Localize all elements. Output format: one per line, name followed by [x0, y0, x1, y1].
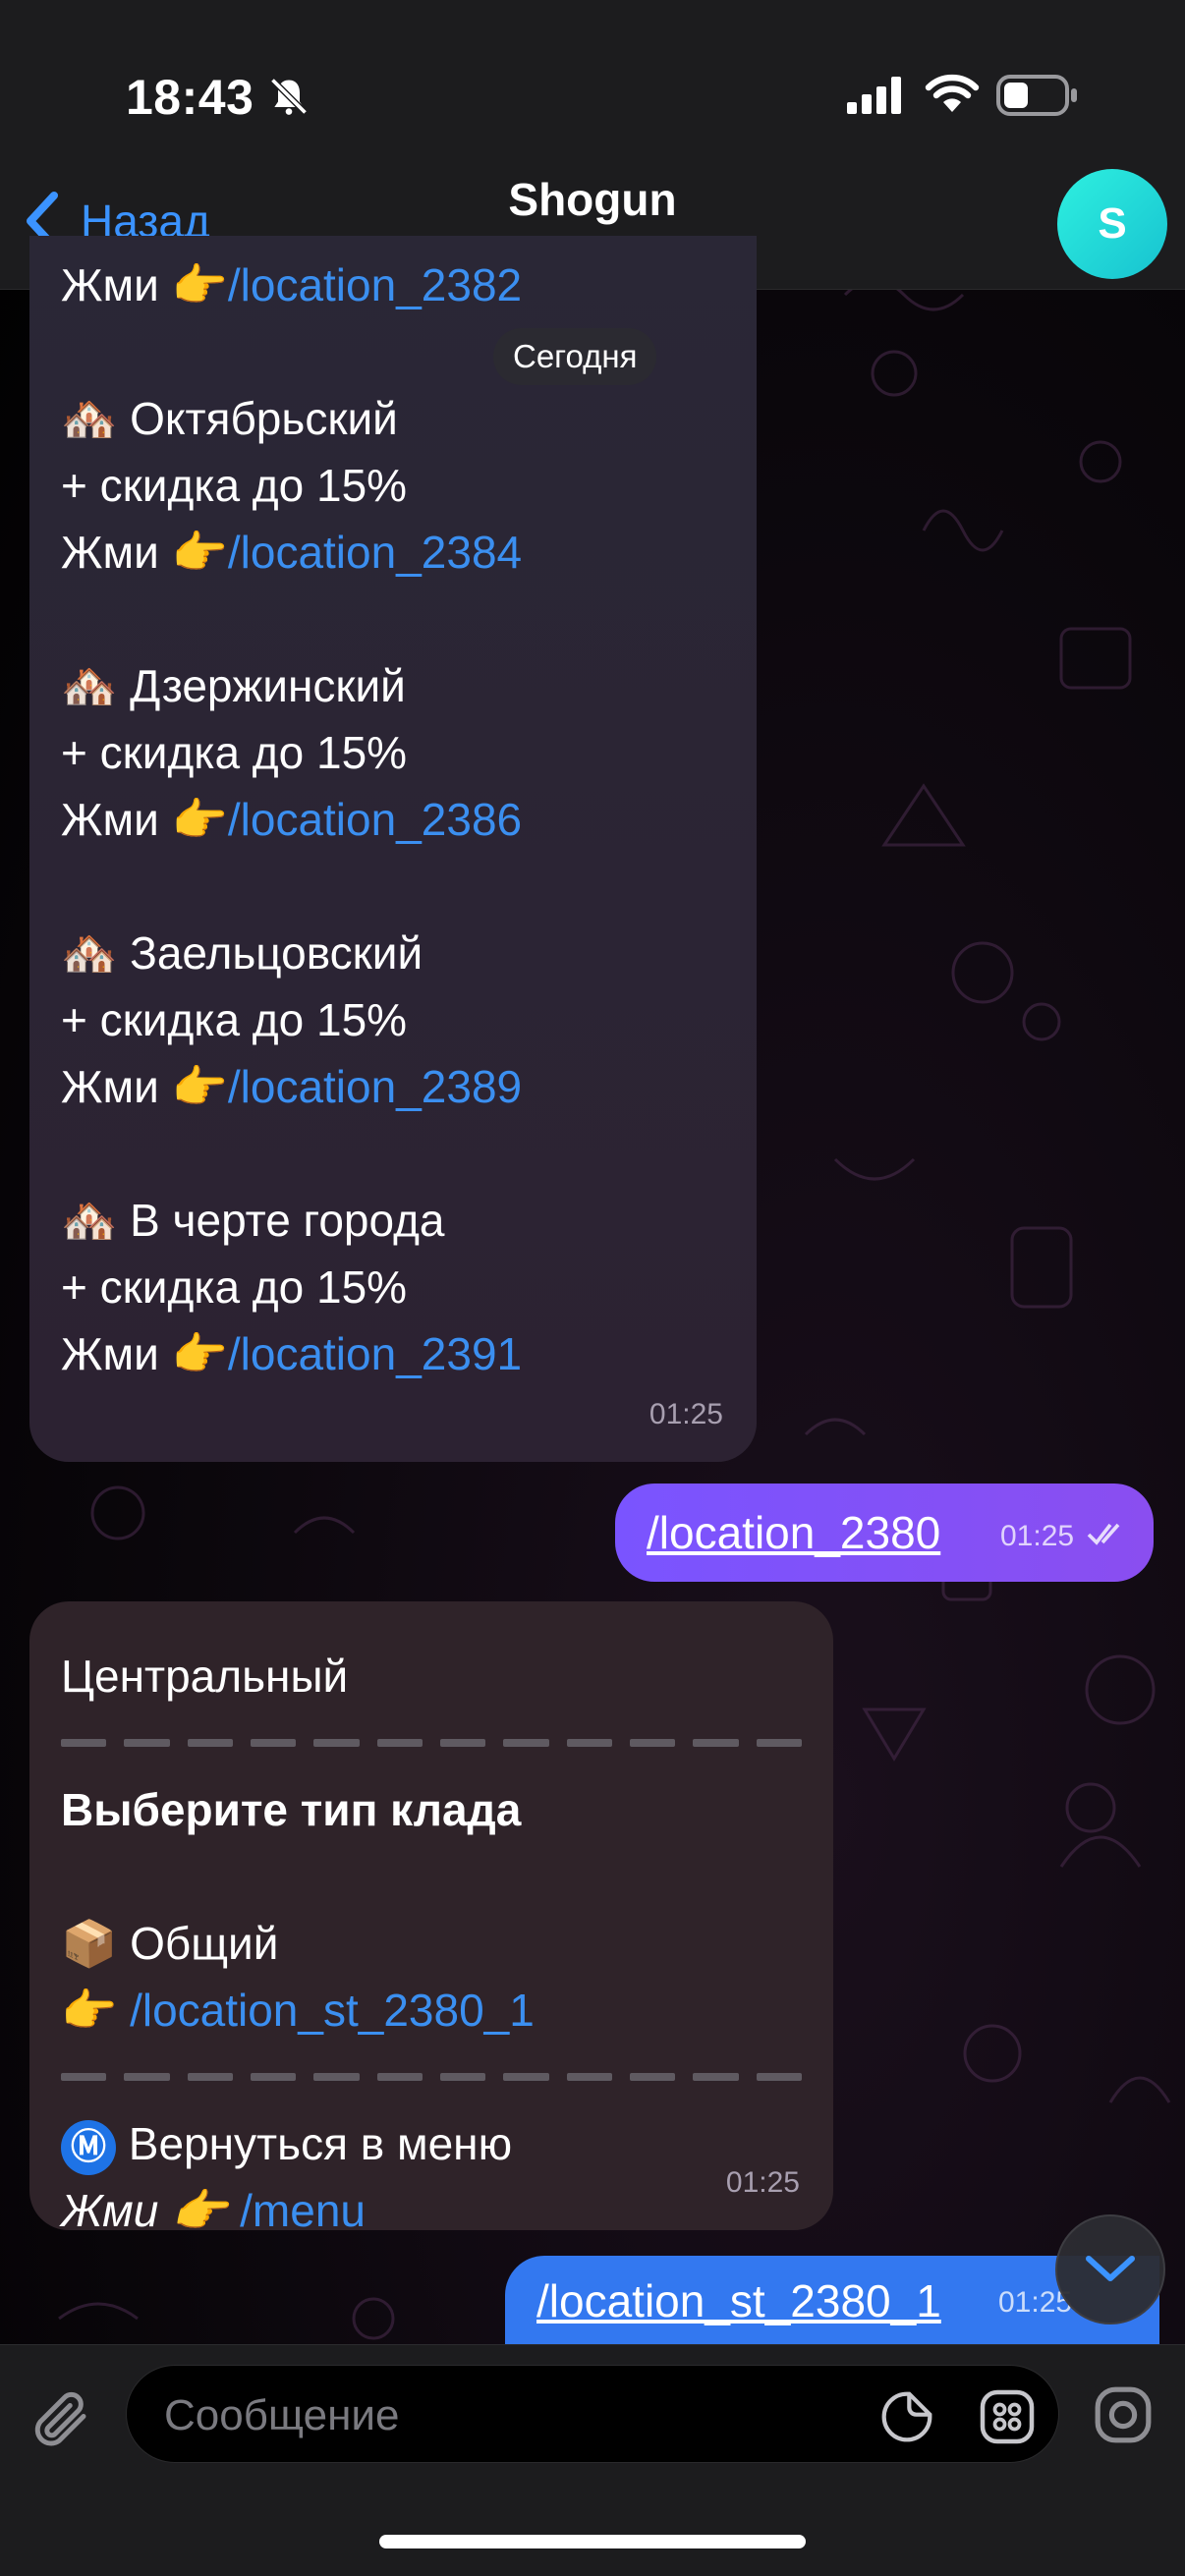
house-emoji: 🏘️: [61, 392, 118, 445]
cellular-signal-icon: [847, 77, 901, 114]
discount-text: + скидка до 15%: [61, 1261, 408, 1313]
battery-icon: [996, 75, 1077, 116]
location-title: Центральный: [61, 1651, 349, 1702]
location-link[interactable]: /location_2391: [228, 1328, 522, 1379]
metro-emoji: Ⓜ: [61, 2119, 116, 2175]
choose-type-heading: Выберите тип клада: [61, 1784, 522, 1835]
command-link[interactable]: /location_st_2380_1: [536, 2275, 941, 2326]
location-name: Дзержинский: [130, 660, 406, 711]
double-check-icon: [1087, 1523, 1120, 1545]
chat-title: Shogun: [508, 174, 677, 225]
location-name: Заельцовский: [130, 927, 423, 979]
line-prefix: Жми 👉: [61, 1328, 228, 1379]
bell-muted-icon: [270, 78, 308, 115]
message-time: 01:25: [725, 2166, 800, 2199]
menu-link[interactable]: /menu: [240, 2185, 366, 2236]
house-emoji: 🏘️: [61, 926, 118, 980]
scroll-down-button[interactable]: [1055, 2214, 1165, 2324]
message-input[interactable]: Сообщение: [126, 2365, 1059, 2463]
message-time: 01:25: [1000, 1520, 1075, 1552]
menu-label: Вернуться в меню: [128, 2118, 513, 2169]
divider: [61, 1709, 802, 1776]
incoming-message-locations: Жми 👉/location_2382 🏘️ Октябрьский + ски…: [29, 236, 757, 1462]
home-indicator: [379, 2535, 806, 2548]
line-prefix: Жми 👉: [61, 259, 228, 310]
location-link[interactable]: /location_2389: [228, 1061, 522, 1112]
option-name: Общий: [130, 1918, 279, 1969]
apps-grid-icon[interactable]: [978, 2387, 1037, 2446]
outgoing-message: /location_2380 01:25: [615, 1484, 1154, 1582]
message-time: 01:25: [649, 1398, 723, 1430]
line-prefix: Жми 👉: [61, 2185, 228, 2236]
line-prefix: Жми 👉: [61, 794, 228, 845]
input-placeholder: Сообщение: [164, 2391, 400, 2439]
avatar[interactable]: S: [1057, 169, 1167, 279]
house-emoji: 🏘️: [61, 659, 118, 712]
line-prefix: Жми 👉: [61, 527, 228, 578]
location-name: В черте города: [130, 1195, 445, 1246]
status-time: 18:43: [126, 70, 254, 125]
command-link[interactable]: /location_2380: [647, 1507, 940, 1558]
camera-icon[interactable]: [1093, 2384, 1154, 2445]
package-emoji: 📦: [61, 1917, 118, 1970]
chevron-down-icon: [1086, 2256, 1135, 2281]
line-prefix: 👉: [61, 1985, 118, 2036]
location-link[interactable]: /location_2386: [228, 794, 522, 845]
location-link[interactable]: /location_2382: [228, 259, 522, 310]
line-prefix: Жми 👉: [61, 1061, 228, 1112]
divider: [61, 2044, 802, 2110]
incoming-message-central: Центральный Выберите тип клада 📦 Общий 👉…: [29, 1601, 833, 2236]
location-link[interactable]: /location_2384: [228, 527, 522, 578]
paperclip-icon[interactable]: [29, 2386, 94, 2457]
discount-text: + скидка до 15%: [61, 727, 408, 778]
wifi-icon: [925, 74, 980, 112]
discount-text: + скидка до 15%: [61, 460, 408, 511]
sticker-icon[interactable]: [879, 2389, 934, 2444]
house-emoji: 🏘️: [61, 1194, 118, 1247]
option-link[interactable]: /location_st_2380_1: [130, 1985, 535, 2036]
location-name: Октябрьский: [130, 393, 398, 444]
discount-text: + скидка до 15%: [61, 994, 408, 1045]
date-pill: Сегодня: [493, 328, 657, 385]
